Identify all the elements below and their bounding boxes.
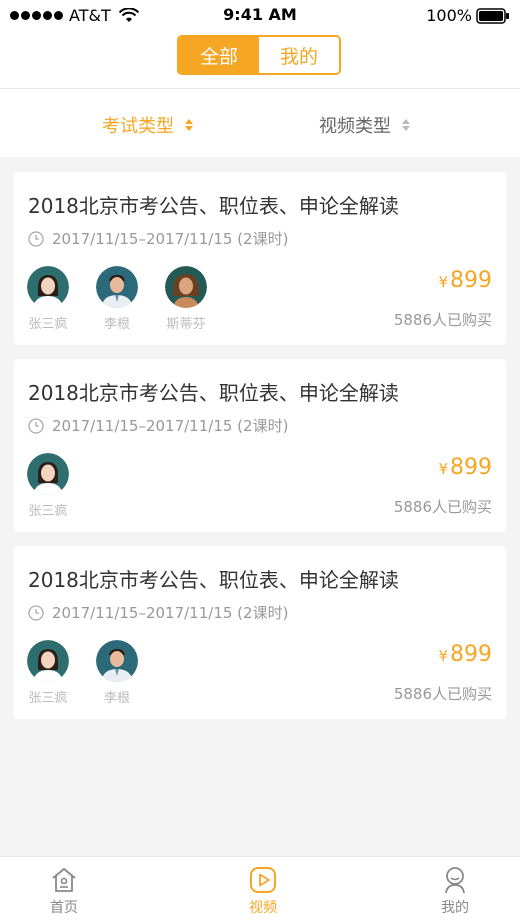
filter-bar: 考试类型 视频类型 (0, 89, 520, 157)
course-price: ¥ 899 (438, 642, 492, 667)
teacher-name: 斯蒂芬 (166, 317, 206, 332)
tab-video-label: 视频 (249, 900, 277, 916)
course-price: ¥ 899 (438, 268, 492, 293)
teacher-list: 张三疯 (26, 453, 95, 519)
tab-video[interactable]: 视频 (223, 865, 303, 917)
price-value: 899 (450, 455, 492, 480)
price-currency: ¥ (438, 273, 448, 291)
clock-icon (28, 604, 44, 621)
course-card[interactable]: 2018北京市考公告、职位表、申论全解读 2017/11/15–2017/11/… (14, 172, 506, 345)
teacher[interactable]: 李根 (95, 640, 139, 706)
tab-home[interactable]: 首页 (24, 865, 104, 917)
user-icon (445, 867, 465, 894)
exam-type-label: 考试类型 (102, 116, 174, 137)
home-icon (52, 868, 76, 892)
course-time-text: 2017/11/15–2017/11/15 (2课时) (52, 230, 289, 248)
avatar (27, 266, 69, 308)
clock-icon (28, 230, 44, 247)
purchase-count: 5886人已购买 (393, 498, 492, 516)
teacher[interactable]: 张三疯 (26, 453, 70, 519)
video-type-label: 视频类型 (319, 116, 391, 137)
status-right: 100% (426, 6, 510, 25)
course-card[interactable]: 2018北京市考公告、职位表、申论全解读 2017/11/15–2017/11/… (14, 359, 506, 532)
tab-mine-label: 我的 (441, 900, 469, 916)
teacher[interactable]: 张三疯 (26, 266, 70, 332)
avatar (96, 266, 138, 308)
battery-icon (476, 7, 509, 24)
course-list: 2018北京市考公告、职位表、申论全解读 2017/11/15–2017/11/… (14, 172, 506, 733)
teacher-list: 张三疯 李根 (26, 640, 164, 706)
avatar (165, 266, 207, 308)
course-time: 2017/11/15–2017/11/15 (2课时) (28, 415, 288, 436)
tab-home-label: 首页 (50, 900, 78, 916)
course-time-text: 2017/11/15–2017/11/15 (2课时) (52, 417, 289, 435)
avatar (27, 640, 69, 682)
course-card[interactable]: 2018北京市考公告、职位表、申论全解读 2017/11/15–2017/11/… (14, 546, 506, 719)
teacher-name: 张三疯 (28, 504, 68, 519)
course-time: 2017/11/15–2017/11/15 (2课时) (28, 228, 288, 249)
teacher[interactable]: 斯蒂芬 (164, 266, 208, 332)
play-icon (250, 867, 276, 893)
exam-type-filter[interactable]: 考试类型 (102, 112, 194, 138)
avatar (27, 453, 69, 495)
teacher-name: 李根 (103, 691, 130, 706)
price-currency: ¥ (438, 647, 448, 665)
price-value: 899 (450, 642, 492, 667)
tab-mine[interactable]: 我的 (259, 37, 339, 73)
teacher[interactable]: 张三疯 (26, 640, 70, 706)
segmented-control: 全部 我的 (177, 35, 341, 75)
price-value: 899 (450, 268, 492, 293)
sort-icon (402, 119, 410, 131)
course-time-text: 2017/11/15–2017/11/15 (2课时) (52, 604, 289, 622)
tab-mine[interactable]: 我的 (415, 865, 495, 917)
avatar (96, 640, 138, 682)
teacher-list: 张三疯 李根 斯蒂芬 (26, 266, 233, 332)
clock-icon (28, 417, 44, 434)
battery-label: 100% (426, 6, 472, 25)
video-type-filter[interactable]: 视频类型 (319, 112, 411, 138)
tab-bar: 首页 视频 我的 (0, 856, 520, 924)
course-price: ¥ 899 (438, 455, 492, 480)
teacher-name: 张三疯 (28, 317, 68, 332)
teacher-name: 李根 (103, 317, 130, 332)
header: 全部 我的 (0, 30, 520, 89)
teacher[interactable]: 李根 (95, 266, 139, 332)
status-bar: AT&T 9:41 AM 100% (0, 0, 520, 30)
course-title: 2018北京市考公告、职位表、申论全解读 (28, 381, 399, 405)
teacher-name: 张三疯 (28, 691, 68, 706)
price-currency: ¥ (438, 460, 448, 478)
sort-icon (185, 119, 193, 131)
course-time: 2017/11/15–2017/11/15 (2课时) (28, 602, 288, 623)
tab-all[interactable]: 全部 (179, 37, 259, 73)
purchase-count: 5886人已购买 (393, 311, 492, 329)
course-title: 2018北京市考公告、职位表、申论全解读 (28, 194, 399, 218)
course-title: 2018北京市考公告、职位表、申论全解读 (28, 568, 399, 592)
purchase-count: 5886人已购买 (393, 685, 492, 703)
